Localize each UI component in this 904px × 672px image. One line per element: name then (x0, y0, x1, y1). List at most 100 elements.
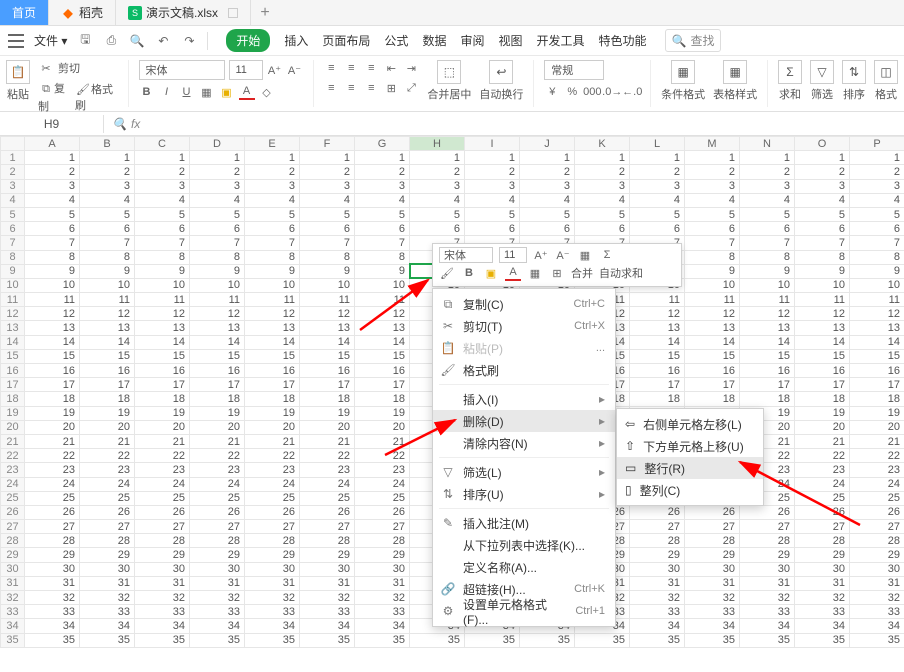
cell-B30[interactable]: 30 (80, 562, 135, 576)
cell-O5[interactable]: 5 (795, 207, 850, 221)
cell-B34[interactable]: 34 (80, 619, 135, 633)
name-box[interactable]: H9 (0, 115, 104, 133)
fontcolor-icon[interactable]: A (239, 84, 255, 100)
cell-F2[interactable]: 2 (300, 165, 355, 179)
mini-autosum-label[interactable]: 自动求和 (599, 265, 643, 281)
cell-N30[interactable]: 30 (740, 562, 795, 576)
undo-icon[interactable]: ↶ (155, 33, 171, 49)
mini-merge-icon[interactable]: ⊞ (549, 265, 565, 281)
cell-P18[interactable]: 18 (850, 392, 904, 406)
cell-D23[interactable]: 23 (190, 463, 245, 477)
cell-H6[interactable]: 6 (410, 222, 465, 236)
cell-N1[interactable]: 1 (740, 151, 795, 165)
cell-C2[interactable]: 2 (135, 165, 190, 179)
format-button[interactable]: ◫格式 (874, 60, 898, 102)
cell-L16[interactable]: 16 (630, 364, 685, 378)
cell-B9[interactable]: 9 (80, 264, 135, 278)
cell-F31[interactable]: 31 (300, 576, 355, 590)
menu-review[interactable]: 审阅 (460, 32, 484, 49)
row-header-3[interactable]: 3 (1, 179, 25, 193)
col-header-M[interactable]: M (685, 137, 740, 151)
align-mid-icon[interactable]: ≡ (343, 60, 359, 76)
cell-C35[interactable]: 35 (135, 633, 190, 647)
cell-F16[interactable]: 16 (300, 364, 355, 378)
cell-B23[interactable]: 23 (80, 463, 135, 477)
cell-O33[interactable]: 33 (795, 605, 850, 619)
cell-L5[interactable]: 5 (630, 207, 685, 221)
cell-A33[interactable]: 33 (25, 605, 80, 619)
cell-M1[interactable]: 1 (685, 151, 740, 165)
cell-G20[interactable]: 20 (355, 420, 410, 434)
cell-D34[interactable]: 34 (190, 619, 245, 633)
cell-P13[interactable]: 13 (850, 321, 904, 335)
cell-E13[interactable]: 13 (245, 321, 300, 335)
cell-P28[interactable]: 28 (850, 534, 904, 548)
align-top-icon[interactable]: ≡ (323, 60, 339, 76)
cell-G16[interactable]: 16 (355, 364, 410, 378)
cell-D22[interactable]: 22 (190, 449, 245, 463)
cell-G31[interactable]: 31 (355, 576, 410, 590)
cell-O2[interactable]: 2 (795, 165, 850, 179)
cell-P9[interactable]: 9 (850, 264, 904, 278)
cell-A18[interactable]: 18 (25, 392, 80, 406)
cellstyle-button[interactable]: ▦表格样式 (713, 60, 757, 102)
row-header-20[interactable]: 20 (1, 420, 25, 434)
cell-F29[interactable]: 29 (300, 548, 355, 562)
currency-icon[interactable]: ¥ (544, 84, 560, 100)
cell-O14[interactable]: 14 (795, 335, 850, 349)
mergecenter-button[interactable]: ⬚合并居中 (427, 60, 471, 102)
mini-inc-font-icon[interactable]: A⁺ (533, 247, 549, 263)
cell-P8[interactable]: 8 (850, 250, 904, 264)
cell-G35[interactable]: 35 (355, 633, 410, 647)
cell-H1[interactable]: 1 (410, 151, 465, 165)
menu-pagelayout[interactable]: 页面布局 (322, 32, 370, 49)
cell-C32[interactable]: 32 (135, 591, 190, 605)
cell-F3[interactable]: 3 (300, 179, 355, 193)
row-header-14[interactable]: 14 (1, 335, 25, 349)
clearfmt-icon[interactable]: ◇ (259, 84, 275, 100)
cell-G30[interactable]: 30 (355, 562, 410, 576)
cell-G28[interactable]: 28 (355, 534, 410, 548)
ctx-cut[interactable]: ✂剪切(T)Ctrl+X (433, 315, 615, 337)
cell-C9[interactable]: 9 (135, 264, 190, 278)
cell-E26[interactable]: 26 (245, 505, 300, 519)
cell-C4[interactable]: 4 (135, 193, 190, 207)
row-header-1[interactable]: 1 (1, 151, 25, 165)
cell-C12[interactable]: 12 (135, 307, 190, 321)
row-header-27[interactable]: 27 (1, 520, 25, 534)
cell-G6[interactable]: 6 (355, 222, 410, 236)
cell-M26[interactable]: 26 (685, 505, 740, 519)
cell-P21[interactable]: 21 (850, 434, 904, 448)
cell-K6[interactable]: 6 (575, 222, 630, 236)
cell-E25[interactable]: 25 (245, 491, 300, 505)
cell-E14[interactable]: 14 (245, 335, 300, 349)
cell-M3[interactable]: 3 (685, 179, 740, 193)
cell-A31[interactable]: 31 (25, 576, 80, 590)
sub-entirerow[interactable]: ▭整行(R) (617, 457, 763, 479)
cell-E29[interactable]: 29 (245, 548, 300, 562)
cell-H35[interactable]: 35 (410, 633, 465, 647)
cell-C15[interactable]: 15 (135, 349, 190, 363)
row-header-34[interactable]: 34 (1, 619, 25, 633)
thousand-icon[interactable]: 000 (584, 84, 600, 100)
menu-feature[interactable]: 特色功能 (599, 32, 647, 49)
cell-P5[interactable]: 5 (850, 207, 904, 221)
ctx-cellfmt[interactable]: ⚙设置单元格格式(F)...Ctrl+1 (433, 600, 615, 622)
cell-M16[interactable]: 16 (685, 364, 740, 378)
cell-L26[interactable]: 26 (630, 505, 685, 519)
underline-icon[interactable]: U (179, 84, 195, 100)
cell-L12[interactable]: 12 (630, 307, 685, 321)
cell-C11[interactable]: 11 (135, 293, 190, 307)
cell-G24[interactable]: 24 (355, 477, 410, 491)
cell-B20[interactable]: 20 (80, 420, 135, 434)
cell-A13[interactable]: 13 (25, 321, 80, 335)
cell-J2[interactable]: 2 (520, 165, 575, 179)
cell-M30[interactable]: 30 (685, 562, 740, 576)
row-header-28[interactable]: 28 (1, 534, 25, 548)
cell-C6[interactable]: 6 (135, 222, 190, 236)
cell-F6[interactable]: 6 (300, 222, 355, 236)
cell-C13[interactable]: 13 (135, 321, 190, 335)
cell-E28[interactable]: 28 (245, 534, 300, 548)
cell-E20[interactable]: 20 (245, 420, 300, 434)
cell-B13[interactable]: 13 (80, 321, 135, 335)
